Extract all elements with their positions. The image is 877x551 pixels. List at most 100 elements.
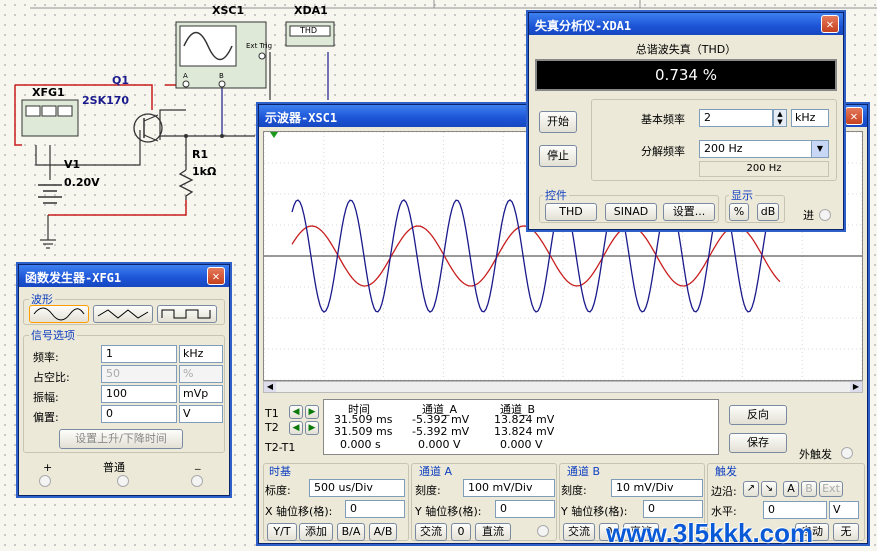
thd-mode-button[interactable]: THD (545, 203, 597, 221)
resolution-label: 分解频率 (641, 145, 685, 158)
channel-b-ac-button[interactable]: 交流 (563, 523, 595, 541)
duty-field[interactable]: 50 (101, 365, 177, 383)
channel-a-label: 通道 A (419, 465, 453, 478)
t2-left-arrow-icon[interactable]: ◀ (289, 421, 303, 435)
ab-button[interactable]: A/B (369, 523, 397, 541)
t2t1-chb: 0.000 V (500, 438, 543, 451)
yt-button[interactable]: Y/T (267, 523, 297, 541)
oscilloscope-close-button[interactable]: ✕ (845, 107, 863, 125)
thd-box-label: THD (300, 26, 318, 35)
t1-right-arrow-icon[interactable]: ▶ (305, 405, 319, 419)
resolution-dropdown-icon[interactable]: ▼ (811, 140, 829, 158)
offset-label: 偏置: (33, 411, 59, 424)
channel-a-zero-button[interactable]: 0 (451, 523, 471, 541)
scroll-right-icon[interactable]: ▶ (850, 382, 862, 392)
analyzer-title: 失真分析仪-XDA1 (535, 19, 632, 33)
rising-edge-icon[interactable]: ↗ (743, 481, 759, 497)
square-wave-button[interactable] (157, 305, 217, 323)
resolution-select[interactable]: 200 Hz (699, 140, 815, 158)
amplitude-unit: mVp (179, 385, 223, 403)
freq-field[interactable]: 1 (101, 345, 177, 363)
resolution-readout: 200 Hz (699, 161, 829, 177)
signal-options-label: 信号选项 (29, 327, 77, 343)
t2-label: T2 (265, 421, 279, 434)
channel-a-ac-button[interactable]: 交流 (415, 523, 447, 541)
offset-field[interactable]: 0 (101, 405, 177, 423)
level-field[interactable]: 0 (763, 501, 827, 519)
trigger-source-a[interactable]: A (783, 481, 799, 497)
timebase-label: 时基 (269, 465, 291, 478)
db-button[interactable]: dB (757, 203, 779, 221)
channel-b-ypos-field[interactable]: 0 (643, 500, 703, 518)
ba-button[interactable]: B/A (337, 523, 365, 541)
add-button[interactable]: 添加 (299, 523, 333, 541)
x-position-field[interactable]: 0 (345, 500, 405, 518)
distortion-analyzer-window: 失真分析仪-XDA1 ✕ 总谐波失真（THD） 0.734 % 开始 停止 基本… (528, 12, 844, 230)
input-terminal[interactable] (819, 209, 831, 221)
sine-wave-button[interactable] (29, 305, 89, 323)
common-terminal[interactable] (117, 475, 129, 487)
fund-freq-field[interactable]: 2 (699, 109, 773, 127)
channel-a-terminal[interactable] (537, 525, 549, 537)
channel-a-ypos-field[interactable]: 0 (495, 500, 555, 518)
percent-button[interactable]: % (729, 203, 749, 221)
plus-terminal[interactable] (39, 475, 51, 487)
channel-a-scale-label: 刻度: (415, 484, 441, 497)
minus-terminal-label: _ (195, 457, 201, 470)
triangle-wave-button[interactable] (93, 305, 153, 323)
trigger-source-ext[interactable]: Ext (819, 481, 843, 497)
funcgen-titlebar[interactable]: 函数发生器-XFG1 ✕ (19, 265, 229, 287)
rise-fall-time-button[interactable]: 设置上升/下降时间 (59, 429, 183, 449)
cursor-marker-icon (270, 132, 278, 138)
analyzer-close-button[interactable]: ✕ (821, 15, 839, 33)
t2t1-cha: 0.000 V (418, 438, 461, 451)
t2-cha: -5.392 mV (412, 425, 470, 438)
v1-label: V1 (64, 158, 81, 171)
t2t1-time: 0.000 s (340, 438, 381, 451)
fund-freq-spinner-icon[interactable]: ▲ ▼ (773, 109, 787, 127)
duty-label: 占空比: (33, 371, 70, 384)
input-label: 进 (803, 209, 814, 222)
duty-unit: % (179, 365, 223, 383)
xda1-label: XDA1 (294, 4, 328, 17)
cursor-readout-panel: 时间 通道_A 通道_B 31.509 ms -5.392 mV 13.824 … (323, 399, 719, 455)
analyzer-titlebar[interactable]: 失真分析仪-XDA1 ✕ (529, 13, 843, 35)
display-label: 显示 (729, 187, 755, 203)
falling-edge-icon[interactable]: ↘ (761, 481, 777, 497)
save-button[interactable]: 保存 (729, 433, 787, 453)
x-position-label: X 轴位移(格): (265, 505, 333, 518)
q1-part-label: 2SK170 (82, 94, 130, 107)
stop-button[interactable]: 停止 (539, 145, 577, 167)
trigger-source-b[interactable]: B (801, 481, 817, 497)
channel-b-scale-field[interactable]: 10 mV/Div (611, 479, 703, 497)
none-button[interactable]: 无 (833, 523, 859, 541)
trigger-label: 触发 (715, 465, 737, 478)
amplitude-field[interactable]: 100 (101, 385, 177, 403)
edge-label: 边沿: (711, 485, 737, 498)
ext-trig-label: Ext Trig (246, 42, 273, 50)
start-button[interactable]: 开始 (539, 111, 577, 133)
common-terminal-label: 普通 (103, 461, 125, 474)
channel-a-dc-button[interactable]: 直流 (475, 523, 511, 541)
offset-unit: V (179, 405, 223, 423)
sinad-mode-button[interactable]: SINAD (605, 203, 657, 221)
funcgen-close-button[interactable]: ✕ (207, 267, 225, 285)
watermark-text: www.3l5kkk.com (606, 518, 814, 548)
ext-trigger-label: 外触发 (799, 448, 832, 461)
fund-freq-label: 基本频率 (641, 113, 685, 126)
reverse-button[interactable]: 反向 (729, 405, 787, 425)
minus-terminal[interactable] (191, 475, 203, 487)
r1-value: 1kΩ (192, 165, 217, 178)
scroll-left-icon[interactable]: ◀ (264, 382, 276, 392)
t2-time: 31.509 ms (334, 425, 393, 438)
t1-left-arrow-icon[interactable]: ◀ (289, 405, 303, 419)
function-generator-window: 函数发生器-XFG1 ✕ 波形 信号选项 频率: 1 kHz 占空比: 50 %… (18, 264, 230, 496)
settings-button[interactable]: 设置... (663, 203, 715, 221)
t1-label: T1 (265, 407, 279, 420)
scope-horizontal-scrollbar[interactable]: ◀ ▶ (263, 381, 863, 393)
t2-right-arrow-icon[interactable]: ▶ (305, 421, 319, 435)
timebase-scale-field[interactable]: 500 us/Div (309, 479, 405, 497)
ext-trigger-terminal[interactable] (841, 447, 853, 459)
channel-a-scale-field[interactable]: 100 mV/Div (463, 479, 555, 497)
level-unit: V (829, 501, 859, 519)
